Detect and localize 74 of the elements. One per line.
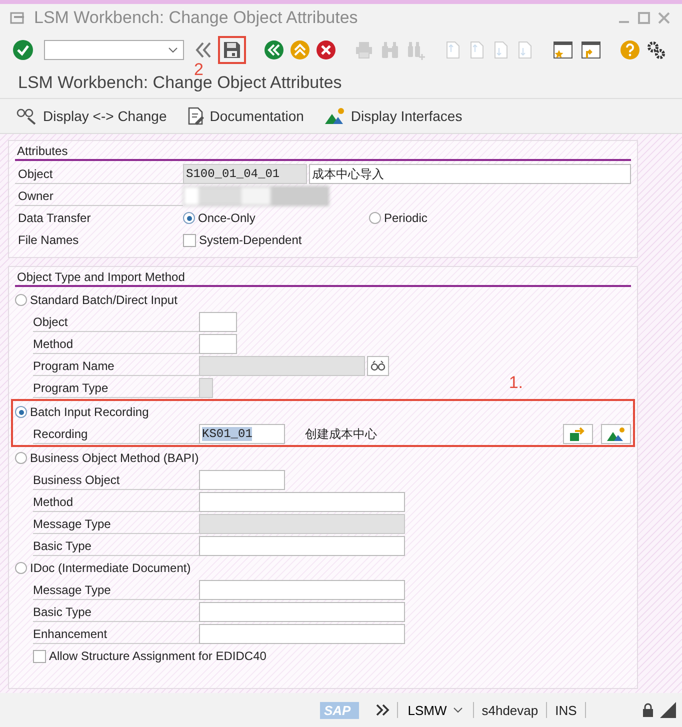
checkbox[interactable] xyxy=(33,650,46,662)
toolbar-button[interactable]: Display <-> Change xyxy=(16,107,167,125)
system-name: s4hdevap xyxy=(480,702,540,718)
radio-label[interactable]: Business Object Method (BAPI) xyxy=(30,451,199,465)
maximize-icon[interactable] xyxy=(638,12,650,24)
settings-icon[interactable] xyxy=(646,40,666,60)
save-icon xyxy=(222,40,242,60)
page-icon[interactable] xyxy=(444,40,462,60)
expand-icon[interactable] xyxy=(374,703,391,717)
enter-icon[interactable] xyxy=(12,39,34,61)
description-field: 成本中心导入 xyxy=(309,164,631,184)
mountain-icon xyxy=(324,107,346,125)
input-field[interactable] xyxy=(199,492,405,512)
input-field[interactable] xyxy=(199,470,285,490)
group-title: Object Type and Import Method xyxy=(15,267,631,287)
radio-button[interactable] xyxy=(183,212,195,224)
help-icon[interactable] xyxy=(620,40,640,60)
input-field[interactable] xyxy=(199,334,237,354)
radio-label[interactable]: Batch Input Recording xyxy=(30,405,149,419)
glasses-icon xyxy=(370,360,386,372)
checkbox-label[interactable]: System-Dependent xyxy=(199,233,302,247)
toolbar-button[interactable]: Documentation xyxy=(186,106,304,126)
annotation-number: 1. xyxy=(508,373,523,393)
input-field[interactable] xyxy=(183,186,329,206)
resize-grip-icon[interactable] xyxy=(660,702,676,718)
input-field[interactable] xyxy=(199,312,237,332)
window-title: LSM Workbench: Change Object Attributes xyxy=(34,8,358,28)
input-field[interactable] xyxy=(199,602,405,622)
radio-button[interactable] xyxy=(15,294,27,306)
dropdown-caret-icon xyxy=(452,707,463,713)
input-field[interactable] xyxy=(199,624,405,644)
lock-icon xyxy=(642,703,654,717)
binoculars-plus-icon[interactable] xyxy=(406,40,426,60)
exit-icon[interactable] xyxy=(290,40,310,60)
glasses-icon xyxy=(16,107,38,125)
radio-button[interactable] xyxy=(15,452,27,464)
input-field[interactable] xyxy=(199,536,405,556)
command-field[interactable] xyxy=(44,40,184,60)
transfer-button[interactable] xyxy=(563,424,593,444)
radio-label[interactable]: IDoc (Intermediate Document) xyxy=(30,561,191,575)
field-label: File Names xyxy=(17,232,80,249)
annotation-number: 2 xyxy=(194,60,204,79)
document-icon xyxy=(186,106,205,126)
radio-button[interactable] xyxy=(15,562,27,574)
field-description: 创建成本中心 xyxy=(305,426,377,442)
page-icon[interactable] xyxy=(468,40,486,60)
group-title: Attributes xyxy=(15,141,631,161)
window-icon xyxy=(10,11,26,25)
collapse-icon[interactable] xyxy=(194,40,212,60)
binoculars-icon[interactable] xyxy=(380,40,400,60)
toolbar-button[interactable]: Display Interfaces xyxy=(324,107,462,125)
radio-label[interactable]: Standard Batch/Direct Input xyxy=(30,293,178,307)
checkbox[interactable] xyxy=(183,234,196,246)
dropdown-caret-icon xyxy=(168,47,178,53)
input-field[interactable]: S100_01_04_01 xyxy=(183,164,307,184)
radio-label[interactable]: Once-Only xyxy=(198,211,256,225)
field-label: Data Transfer xyxy=(17,210,92,227)
radio-button[interactable] xyxy=(369,212,381,224)
checkbox-label[interactable]: Allow Structure Assignment for EDIDC40 xyxy=(49,649,266,663)
mountain-icon xyxy=(606,426,626,442)
insert-mode: INS xyxy=(554,702,578,718)
input-field[interactable]: KS01_01 xyxy=(199,424,285,444)
input-field[interactable] xyxy=(199,580,405,600)
radio-label[interactable]: Periodic xyxy=(384,211,428,225)
back-icon[interactable] xyxy=(264,40,284,60)
logo: SAP xyxy=(320,702,359,718)
cancel-icon[interactable] xyxy=(316,40,336,60)
printer-icon[interactable] xyxy=(354,40,374,60)
transaction-dropdown[interactable]: LSMW xyxy=(404,702,467,718)
interfaces-button[interactable] xyxy=(601,424,631,444)
radio-button[interactable] xyxy=(15,406,27,418)
page-icon[interactable] xyxy=(492,40,510,60)
page-icon[interactable] xyxy=(516,40,534,60)
close-icon[interactable] xyxy=(658,12,670,24)
